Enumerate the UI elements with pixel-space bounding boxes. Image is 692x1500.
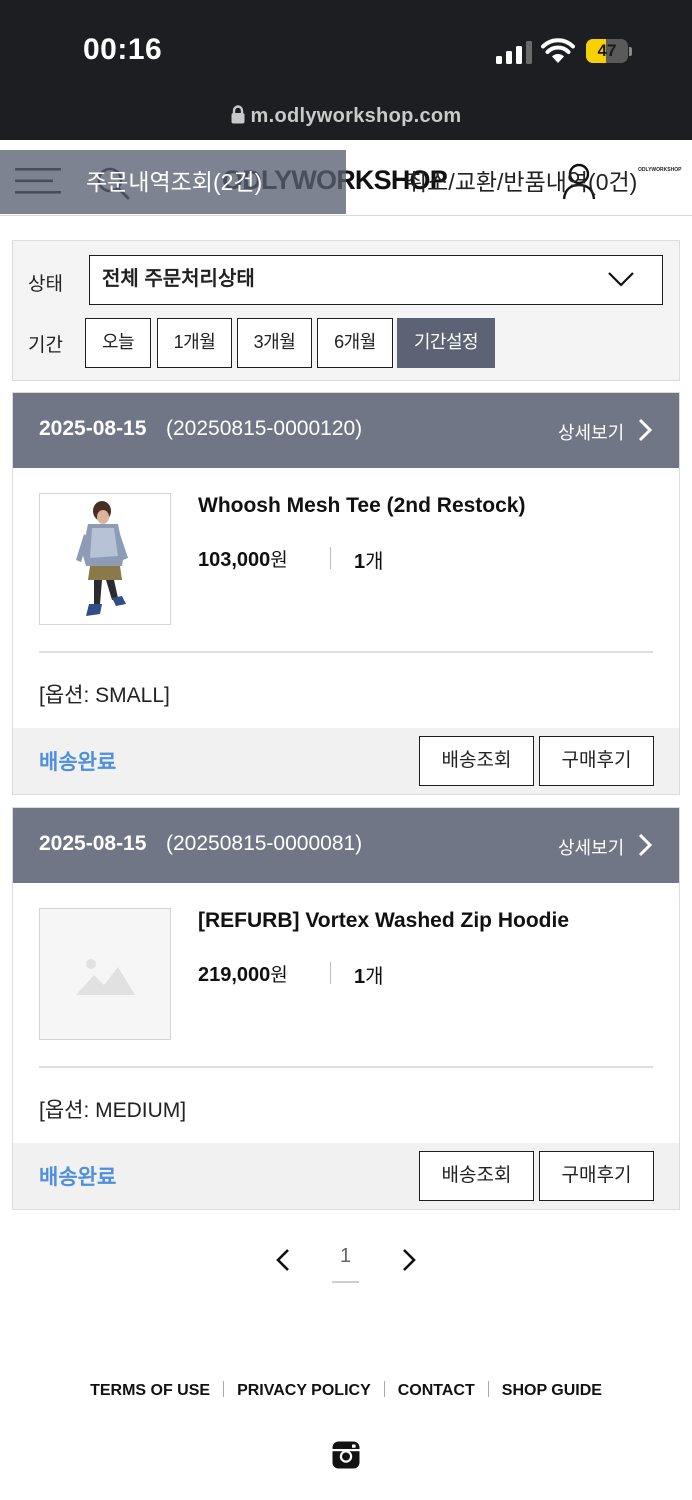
order-divider: [39, 1066, 653, 1068]
order-header: 2025-08-15 (20250815-0000081) 상세보기: [13, 808, 679, 883]
order-card: 2025-08-15 (20250815-0000120) 상세보기 Whoos…: [12, 392, 680, 795]
period-filter-label: 기간: [28, 335, 63, 356]
period-3month-button[interactable]: 3개월: [237, 318, 312, 368]
order-filter: 상태 전체 주문처리상태 기간 오늘 1개월 3개월 6개월 기간설정: [12, 240, 680, 381]
url-text: m.odlyworkshop.com: [250, 105, 462, 127]
tab-order-history[interactable]: 주문내역조회(2건): [0, 150, 346, 214]
write-review-button[interactable]: 구매후기: [539, 1151, 654, 1201]
chevron-right-icon[interactable]: [638, 833, 652, 857]
order-detail-link[interactable]: 상세보기: [558, 834, 624, 860]
track-delivery-button[interactable]: 배송조회: [419, 1151, 534, 1201]
order-divider: [39, 651, 653, 653]
order-number: (20250815-0000120): [166, 417, 363, 440]
order-date: 2025-08-15: [39, 417, 147, 440]
footer-link-terms[interactable]: TERMS OF USE: [90, 1382, 210, 1399]
delivery-status: 배송완료: [39, 751, 117, 774]
period-6month-button[interactable]: 6개월: [317, 318, 393, 368]
footer-link-shop-guide[interactable]: SHOP GUIDE: [502, 1382, 602, 1399]
order-status-select[interactable]: 전체 주문처리상태: [89, 255, 663, 305]
footer-link-privacy[interactable]: PRIVACY POLICY: [237, 1382, 371, 1399]
product-option: [옵션: MEDIUM]: [39, 1099, 187, 1122]
order-status-value: 전체 주문처리상태: [102, 268, 255, 290]
order-footer: 배송완료 배송조회 구매후기: [13, 1143, 679, 1209]
tab-cancel-exchange-return[interactable]: 취소/교환/반품내역(0건): [346, 150, 692, 214]
lock-icon: [231, 105, 244, 124]
footer-link-contact[interactable]: CONTACT: [398, 1382, 475, 1399]
image-placeholder-icon: [76, 959, 135, 995]
product-price: 219,000원: [198, 964, 288, 986]
product-thumbnail[interactable]: [39, 493, 171, 625]
track-delivery-button[interactable]: 배송조회: [419, 736, 534, 786]
order-card: 2025-08-15 (20250815-0000081) 상세보기 [REFU…: [12, 807, 680, 1210]
price-quantity-divider: [330, 962, 331, 984]
delivery-status: 배송완료: [39, 1166, 117, 1189]
product-option: [옵션: SMALL]: [39, 684, 170, 707]
pagination-current-page[interactable]: 1: [332, 1245, 359, 1283]
pagination-next-icon[interactable]: [399, 1248, 417, 1272]
cellular-signal-icon: [496, 40, 532, 64]
status-filter-label: 상태: [28, 274, 63, 295]
chevron-down-icon: [608, 272, 634, 287]
write-review-button[interactable]: 구매후기: [539, 736, 654, 786]
instagram-icon[interactable]: [331, 1440, 361, 1470]
product-photo: [76, 501, 128, 616]
order-footer: 배송완료 배송조회 구매후기: [13, 728, 679, 794]
product-quantity: 1개: [354, 551, 384, 573]
status-time: 00:16: [83, 33, 163, 66]
chevron-right-icon[interactable]: [638, 418, 652, 442]
product-quantity: 1개: [354, 966, 384, 988]
order-detail-link[interactable]: 상세보기: [558, 419, 624, 445]
product-price: 103,000원: [198, 549, 288, 571]
order-header: 2025-08-15 (20250815-0000120) 상세보기: [13, 393, 679, 468]
footer-links: TERMS OF USE PRIVACY POLICY CONTACT SHOP GU…: [0, 1381, 692, 1400]
pagination-prev-icon[interactable]: [275, 1248, 293, 1272]
order-number: (20250815-0000081): [166, 832, 363, 855]
period-custom-button[interactable]: 기간설정: [397, 318, 495, 368]
order-date: 2025-08-15: [39, 832, 147, 855]
price-quantity-divider: [330, 547, 331, 569]
battery-icon: 47: [586, 39, 632, 65]
address-bar[interactable]: m.odlyworkshop.com: [0, 105, 692, 135]
period-1month-button[interactable]: 1개월: [157, 318, 232, 368]
period-today-button[interactable]: 오늘: [85, 318, 151, 368]
product-name[interactable]: [REFURB] Vortex Washed Zip Hoodie: [198, 909, 569, 933]
ios-status-bar: 00:16 47 m.odlyworkshop.com: [0, 0, 692, 140]
wifi-icon: [541, 38, 575, 63]
product-name[interactable]: Whoosh Mesh Tee (2nd Restock): [198, 494, 525, 518]
product-thumbnail[interactable]: [39, 908, 171, 1040]
battery-percent: 47: [597, 41, 617, 60]
